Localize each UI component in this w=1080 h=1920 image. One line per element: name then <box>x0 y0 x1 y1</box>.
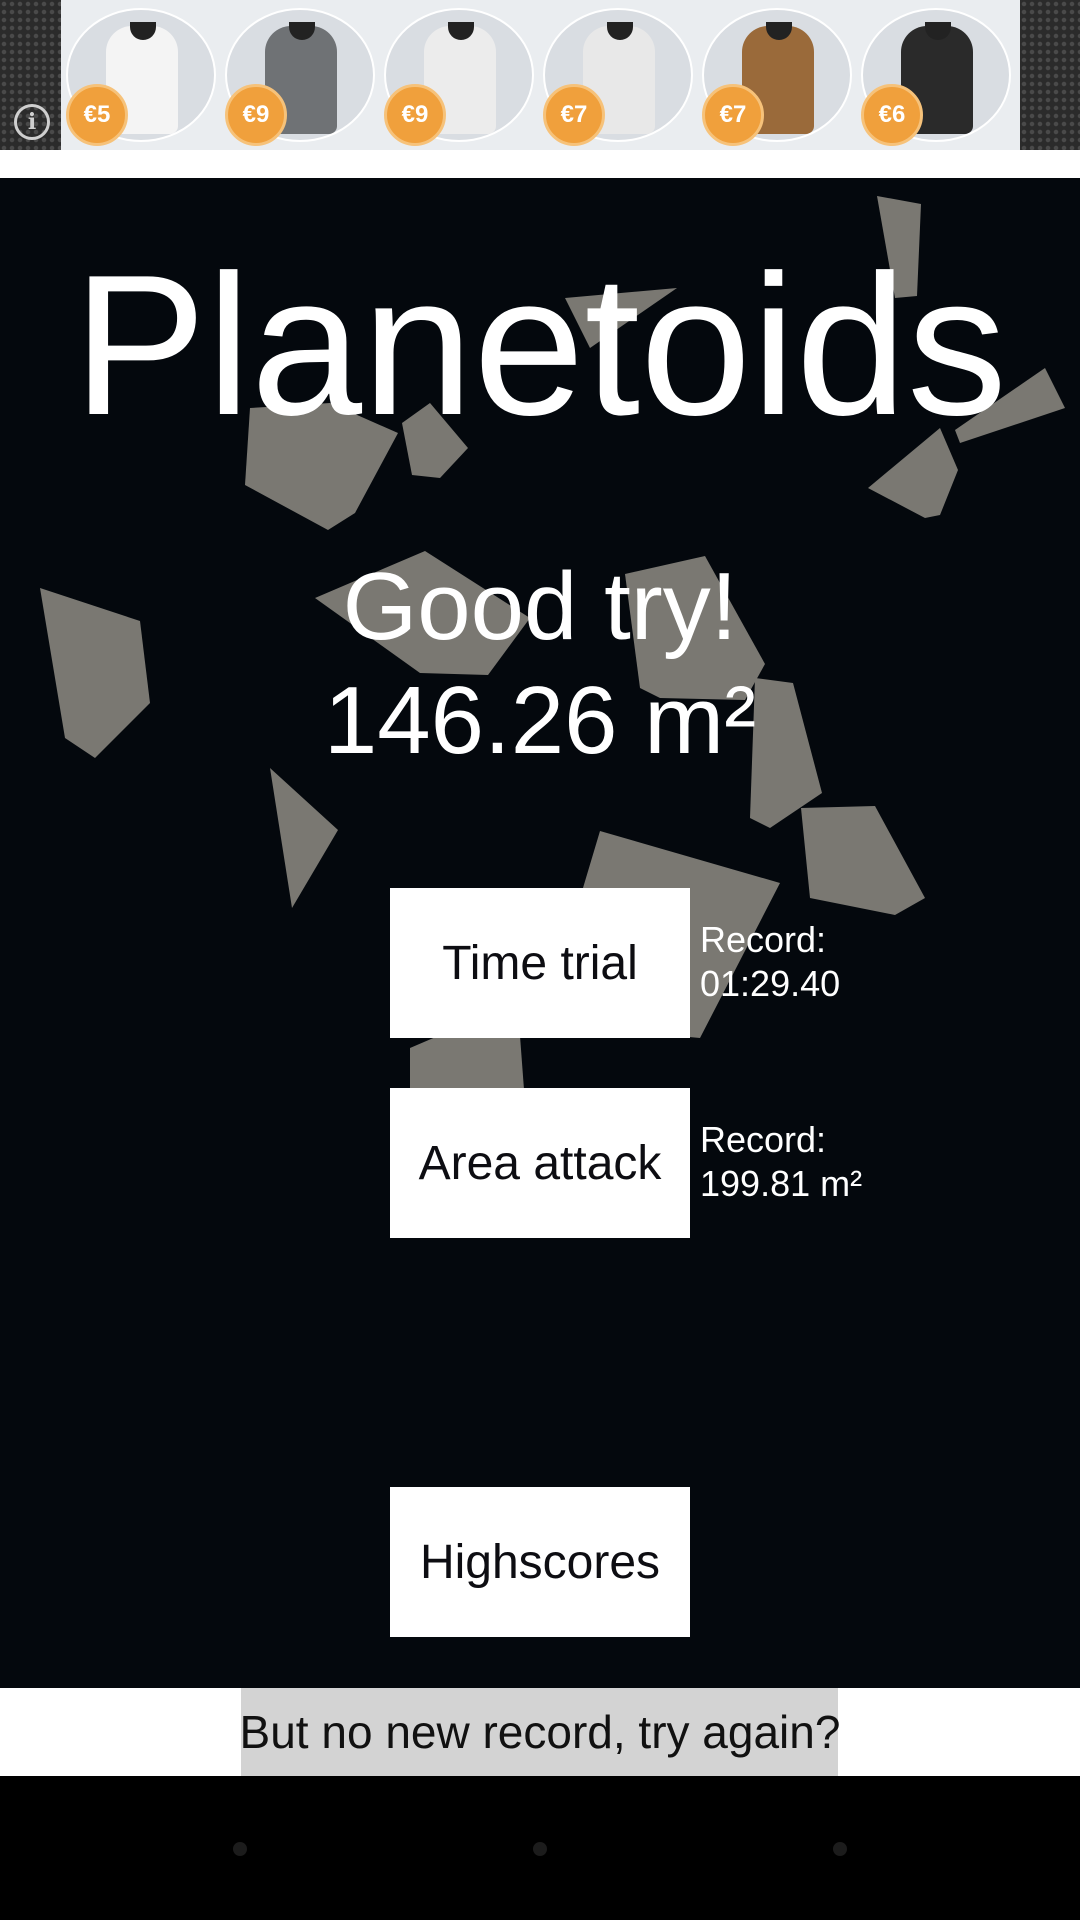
nav-recents-dot[interactable] <box>833 1842 847 1856</box>
divider <box>0 150 1080 178</box>
record-value: 199.81 m² <box>700 1163 863 1204</box>
status-message-bar: But no new record, try again? <box>0 1688 1080 1776</box>
price-badge: €5 <box>66 84 128 146</box>
info-icon[interactable]: i <box>14 104 50 140</box>
ad-side-pattern: i <box>0 0 61 150</box>
area-attack-record: Record: 199.81 m² <box>700 1118 862 1206</box>
ad-side-pattern <box>1020 0 1080 150</box>
time-trial-record: Record: 01:29.40 <box>700 918 840 1006</box>
game-canvas[interactable]: Planetoids Good try! 146.26 m² Time tria… <box>0 178 1080 1688</box>
asteroid <box>801 806 925 915</box>
nav-home-dot[interactable] <box>533 1842 547 1856</box>
record-value: 01:29.40 <box>700 963 841 1004</box>
asteroid <box>270 768 338 908</box>
nav-back-dot[interactable] <box>233 1842 247 1856</box>
price-badge: €7 <box>702 84 764 146</box>
price-badge: €9 <box>384 84 446 146</box>
price-badge: €9 <box>225 84 287 146</box>
time-trial-button[interactable]: Time trial <box>390 888 690 1038</box>
price-badge: €7 <box>543 84 605 146</box>
record-label: Record: <box>700 1119 827 1160</box>
app-screen: i €5 €9 €9 €7 €7 €6 Planetoids Good try!… <box>0 0 1080 1920</box>
ad-banner[interactable]: i €5 €9 €9 €7 €7 €6 <box>0 0 1080 150</box>
highscores-button[interactable]: Highscores <box>390 1487 690 1637</box>
status-message: But no new record, try again? <box>239 1706 841 1758</box>
game-title: Planetoids <box>73 234 1007 457</box>
result-message: Good try! <box>342 553 738 660</box>
ad-product-strip[interactable]: €5 €9 €9 €7 €7 €6 <box>61 0 1020 150</box>
price-badge: €6 <box>861 84 923 146</box>
score-value: 146.26 m² <box>323 667 757 774</box>
record-label: Record: <box>700 919 827 960</box>
area-attack-button[interactable]: Area attack <box>390 1088 690 1238</box>
